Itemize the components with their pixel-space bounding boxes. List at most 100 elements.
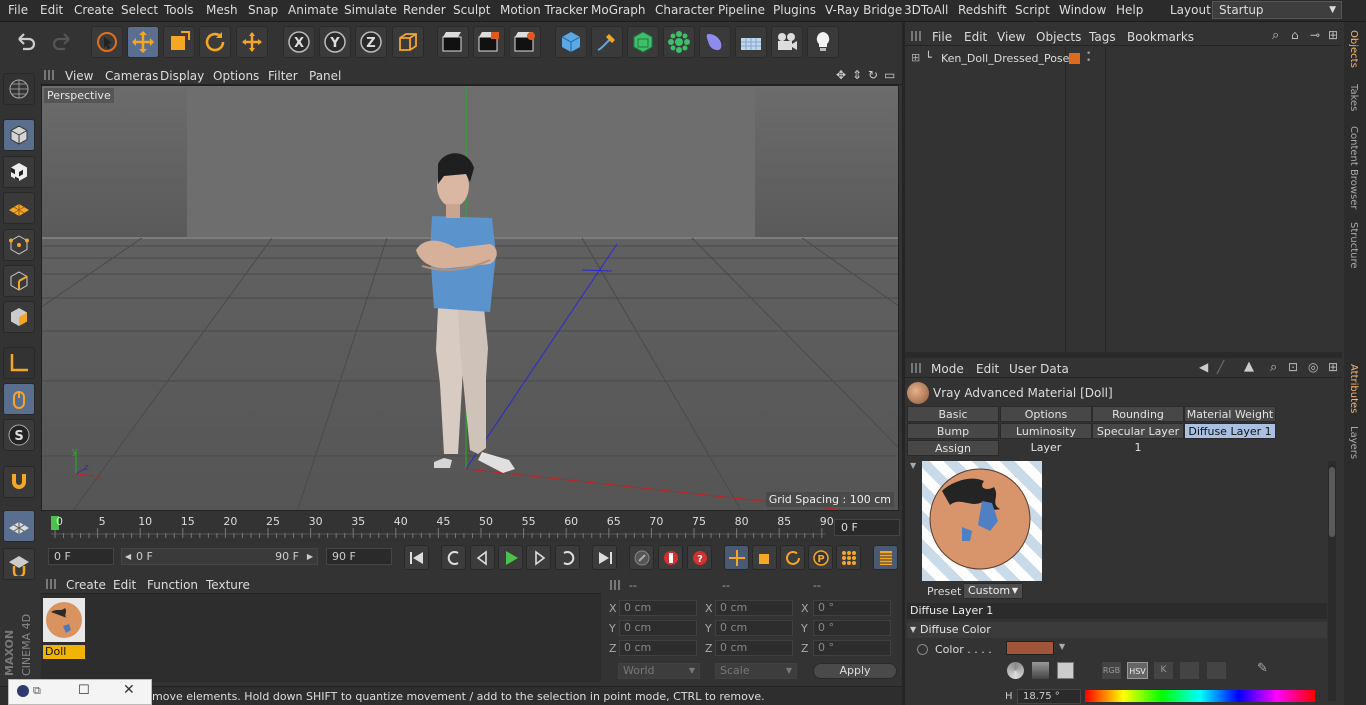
key-parameter-icon[interactable]: P xyxy=(808,545,833,570)
deformer-icon[interactable] xyxy=(699,26,731,58)
cloner-icon[interactable] xyxy=(663,26,695,58)
tab-objects[interactable]: Objects xyxy=(1348,30,1359,68)
tweak-mode-icon[interactable] xyxy=(3,383,35,415)
tab-assign[interactable]: Assign xyxy=(907,440,999,456)
scrollbar-thumb[interactable] xyxy=(1329,467,1335,537)
tab-layers[interactable]: Layers xyxy=(1348,426,1359,459)
kelvin-mode-button[interactable]: K xyxy=(1154,662,1173,679)
menu-animate[interactable]: Animate xyxy=(288,3,338,17)
objects-menu-file[interactable]: File xyxy=(932,30,952,44)
rotation-h-field[interactable]: 0 ° xyxy=(813,600,891,616)
menu-tools[interactable]: Tools xyxy=(164,3,194,17)
solo-icon[interactable]: S xyxy=(3,419,35,451)
viewport-menu-options[interactable]: Options xyxy=(213,69,259,83)
coordinate-system-icon[interactable] xyxy=(392,26,424,58)
viewport-menu-panel[interactable]: Panel xyxy=(309,69,341,83)
position-y-field[interactable]: 0 cm xyxy=(619,620,697,636)
render-picture-viewer-icon[interactable] xyxy=(473,26,505,58)
timeline-icon[interactable] xyxy=(873,545,898,570)
visibility-dots-icon[interactable]: • • xyxy=(1086,50,1091,66)
menu-edit[interactable]: Edit xyxy=(40,3,63,17)
tab-material-weight[interactable]: Material Weight xyxy=(1184,406,1276,422)
menu-window[interactable]: Window xyxy=(1059,3,1106,17)
diffuse-color-group[interactable]: ▼ Diffuse Color xyxy=(907,622,1327,638)
texture-mode-icon[interactable] xyxy=(3,156,35,188)
home-icon[interactable]: ⌂ xyxy=(1291,28,1299,42)
previous-frame-icon[interactable] xyxy=(470,545,495,570)
image-picker-icon[interactable] xyxy=(1057,662,1074,679)
size-y-field[interactable]: 0 cm xyxy=(715,620,793,636)
axis-mode-icon[interactable] xyxy=(3,347,35,379)
search-icon[interactable]: ⌕ xyxy=(1272,28,1279,43)
collapse-arrow-icon[interactable]: ▼ xyxy=(910,461,916,470)
coord-mode-scale-select[interactable]: Scale ▼ xyxy=(715,663,797,679)
layer-color-swatch[interactable] xyxy=(1069,53,1080,64)
play-icon[interactable] xyxy=(498,545,523,570)
live-selection-icon[interactable] xyxy=(91,26,123,58)
material-menu-texture[interactable]: Texture xyxy=(206,578,250,592)
key-scale-icon[interactable] xyxy=(752,545,777,570)
hue-field[interactable]: 18.75 ° xyxy=(1017,689,1081,704)
objects-menu-view[interactable]: View xyxy=(997,30,1025,44)
tab-specular-layer-1[interactable]: Specular Layer 1 xyxy=(1092,423,1184,454)
up-arrow-icon[interactable]: ▲ xyxy=(1244,359,1254,374)
menu-select[interactable]: Select xyxy=(121,3,158,17)
position-z-field[interactable]: 0 cm xyxy=(619,640,697,656)
menu-script[interactable]: Script xyxy=(1015,3,1050,17)
menu-redshift[interactable]: Redshift xyxy=(958,3,1007,17)
points-mode-icon[interactable] xyxy=(3,229,35,261)
new-panel-icon[interactable]: ⊞ xyxy=(1328,28,1338,42)
chevron-down-icon[interactable]: ▼ xyxy=(1059,642,1065,651)
enable-snap-icon[interactable] xyxy=(3,510,35,542)
render-view-icon[interactable] xyxy=(437,26,469,58)
workplane-icon[interactable] xyxy=(3,192,35,224)
viewport-menu-filter[interactable]: Filter xyxy=(268,69,298,83)
menu-pipeline[interactable]: Pipeline xyxy=(718,3,765,17)
viewport-maximize-icon[interactable]: ▭ xyxy=(884,68,895,82)
menu-file[interactable]: File xyxy=(8,3,28,17)
tab-basic[interactable]: Basic xyxy=(907,406,999,422)
tab-bump[interactable]: Bump xyxy=(907,423,999,439)
cube-icon[interactable] xyxy=(555,26,587,58)
polygons-mode-icon[interactable] xyxy=(3,301,35,333)
viewport-rotate-icon[interactable]: ↻ xyxy=(868,68,878,82)
tab-diffuse-layer-1[interactable]: Diffuse Layer 1 xyxy=(1184,423,1276,439)
menu-help[interactable]: Help xyxy=(1116,3,1143,17)
menu-simulate[interactable]: Simulate xyxy=(344,3,397,17)
key-pla-icon[interactable] xyxy=(836,545,861,570)
key-position-icon[interactable] xyxy=(724,545,749,570)
menu-mograph[interactable]: MoGraph xyxy=(591,3,646,17)
position-x-field[interactable]: 0 cm xyxy=(619,600,697,616)
material-menu-function[interactable]: Function xyxy=(147,578,198,592)
attributes-menu-edit[interactable]: Edit xyxy=(976,362,999,376)
go-to-end-icon[interactable] xyxy=(592,545,617,570)
viewport-move-icon[interactable]: ✥ xyxy=(836,68,846,82)
objects-menu-edit[interactable]: Edit xyxy=(964,30,987,44)
redo-icon[interactable] xyxy=(46,26,78,58)
back-arrow-icon[interactable]: ◀ xyxy=(1199,360,1208,374)
key-rotation-icon[interactable] xyxy=(780,545,805,570)
floor-icon[interactable] xyxy=(735,26,767,58)
apply-button[interactable]: Apply xyxy=(813,663,897,679)
undo-icon[interactable] xyxy=(10,26,42,58)
tab-rounding[interactable]: Rounding xyxy=(1092,406,1184,422)
make-editable-icon[interactable] xyxy=(3,73,35,105)
preview-range-slider[interactable]: ◀ 0 F 90 F ▶ xyxy=(121,548,318,565)
close-icon[interactable]: ✕ xyxy=(123,682,135,698)
start-frame-field[interactable]: 0 F xyxy=(48,548,114,565)
restore-icon[interactable]: ⧉ xyxy=(33,684,41,698)
rotation-p-field[interactable]: 0 ° xyxy=(813,620,891,636)
camera-icon[interactable] xyxy=(771,26,803,58)
scale-icon[interactable] xyxy=(163,26,195,58)
coord-mode-world-select[interactable]: World ▼ xyxy=(618,663,700,679)
material-menu-edit[interactable]: Edit xyxy=(113,578,136,592)
viewport-menu-view[interactable]: View xyxy=(65,69,93,83)
menu-3dtoall[interactable]: 3DToAll xyxy=(904,3,948,17)
menu-character[interactable]: Character xyxy=(655,3,714,17)
tab-options[interactable]: Options xyxy=(1000,406,1092,422)
attributes-menu-mode[interactable]: Mode xyxy=(931,362,964,376)
objects-menu-tags[interactable]: Tags xyxy=(1089,30,1116,44)
go-to-start-icon[interactable] xyxy=(404,545,429,570)
workplane-snap-icon[interactable] xyxy=(3,548,35,580)
color-wheel-icon[interactable] xyxy=(1007,662,1024,679)
